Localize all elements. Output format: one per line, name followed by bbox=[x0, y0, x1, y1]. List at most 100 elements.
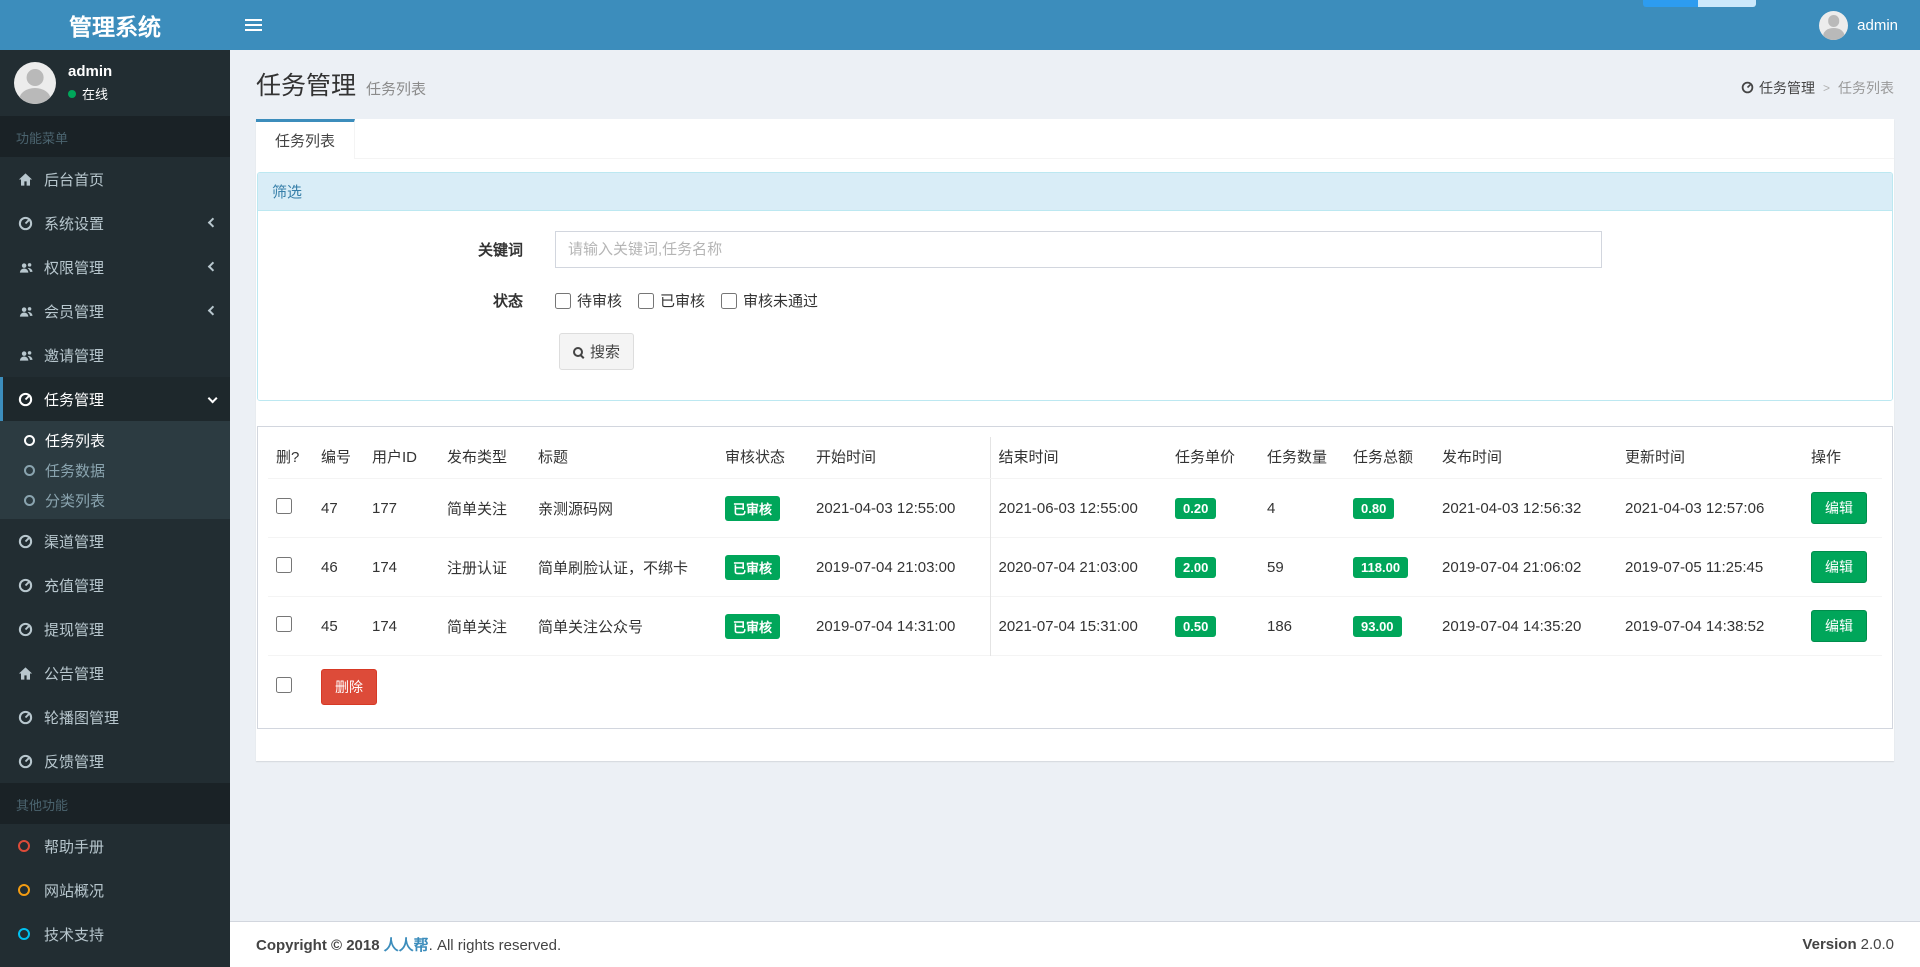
sidebar-item-banners[interactable]: 轮播图管理 bbox=[0, 695, 230, 739]
col-user-id: 用户ID bbox=[364, 437, 439, 479]
search-button[interactable]: 搜索 bbox=[559, 333, 635, 370]
cell-id: 46 bbox=[313, 537, 364, 597]
edit-button[interactable]: 编辑 bbox=[1811, 551, 1867, 583]
sidebar-item-tasks[interactable]: 任务管理 bbox=[0, 377, 230, 421]
app-logo[interactable]: 管理系统 bbox=[0, 0, 230, 50]
home-icon bbox=[18, 172, 44, 187]
user-menu-name: admin bbox=[1857, 16, 1898, 34]
keyword-input[interactable] bbox=[555, 231, 1602, 268]
tasks-submenu: 任务列表 任务数据 分类列表 bbox=[0, 421, 230, 519]
sidebar-toggle-button[interactable] bbox=[230, 0, 276, 50]
search-icon bbox=[573, 346, 583, 357]
total-badge: 0.80 bbox=[1353, 497, 1395, 519]
circle-icon-red bbox=[18, 840, 44, 852]
sidebar-item-invites[interactable]: 邀请管理 bbox=[0, 333, 230, 377]
keyword-label: 关键词 bbox=[477, 242, 523, 259]
sidebar-item-help-manual[interactable]: 帮助手册 bbox=[0, 824, 230, 868]
top-header: 管理系统 admin bbox=[0, 0, 1920, 50]
cell-user-id: 177 bbox=[372, 499, 398, 517]
circle-icon-orange bbox=[18, 884, 44, 896]
status-checkbox-rejected[interactable]: 审核未通过 bbox=[721, 290, 818, 311]
sidebar-user-status: 在线 bbox=[82, 87, 109, 102]
sidebar-item-members[interactable]: 会员管理 bbox=[0, 289, 230, 333]
sidebar-item-channels[interactable]: 渠道管理 bbox=[0, 519, 230, 563]
chevron-down-icon bbox=[207, 393, 218, 405]
gauge-icon bbox=[18, 622, 44, 637]
circle-icon bbox=[24, 494, 35, 506]
user-menu[interactable]: admin bbox=[1807, 0, 1910, 50]
status-label: 状态 bbox=[492, 293, 523, 310]
sidebar-item-announcements[interactable]: 公告管理 bbox=[0, 651, 230, 695]
row-checkbox[interactable] bbox=[276, 498, 292, 514]
filter-panel-title: 筛选 bbox=[258, 173, 1892, 211]
col-type: 发布类型 bbox=[439, 437, 530, 479]
main-area: 任务管理 任务列表 任务管理 > 任务列表 任务列表 筛选 关键词 请输入关键词… bbox=[230, 50, 1920, 967]
gauge-icon bbox=[18, 216, 44, 231]
submenu-item-task-data[interactable]: 任务数据 bbox=[0, 455, 230, 485]
footer: Copyright © 2018 人人帮. All rights reserved… bbox=[230, 921, 1920, 967]
app-window: 管理系统 admin admin 在线 功能菜单 后台首页 系统设置 权限管理 … bbox=[0, 0, 1920, 967]
select-all-checkbox[interactable] bbox=[276, 677, 292, 693]
gauge-icon bbox=[18, 578, 44, 593]
row-checkbox[interactable] bbox=[276, 616, 292, 632]
cell-update: 2019-07-05 11:25:45 bbox=[1617, 537, 1803, 597]
page-subtitle: 任务列表 bbox=[366, 81, 427, 98]
delete-button[interactable]: 删除 bbox=[321, 669, 377, 705]
filter-panel: 筛选 关键词 状态 bbox=[257, 172, 1893, 401]
gauge-icon bbox=[18, 534, 44, 549]
sidebar-user-name: admin bbox=[68, 63, 113, 80]
table-action-row: 删除 bbox=[268, 655, 1882, 718]
footer-brand-link[interactable]: 人人帮 bbox=[384, 937, 429, 954]
col-update: 更新时间 bbox=[1617, 437, 1803, 479]
sidebar-item-tech-support[interactable]: 技术支持 bbox=[0, 912, 230, 956]
table-row: 46 174 注册认证 简单刷脸认证，不绑卡 已审核 2019-07-04 21… bbox=[268, 537, 1882, 597]
table-row: 45 174 简单关注 简单关注公众号 已审核 2019-07-04 14:31… bbox=[268, 596, 1882, 656]
checkbox-rejected[interactable] bbox=[721, 292, 738, 309]
sidebar-user-avatar bbox=[14, 62, 56, 104]
gauge-icon bbox=[18, 392, 44, 407]
cell-count: 59 bbox=[1259, 537, 1345, 597]
task-table: 删? 编号 用户ID 发布类型 标题 审核状态 开始时间 结束时间 任务单价 任… bbox=[268, 437, 1882, 718]
sidebar-item-feedback[interactable]: 反馈管理 bbox=[0, 739, 230, 783]
hamburger-icon bbox=[244, 19, 262, 21]
status-badge: 已审核 bbox=[725, 613, 781, 639]
tab-content: 筛选 关键词 状态 bbox=[256, 159, 1894, 761]
tab-task-list[interactable]: 任务列表 bbox=[256, 119, 356, 159]
row-checkbox[interactable] bbox=[276, 557, 292, 573]
sidebar: admin 在线 功能菜单 后台首页 系统设置 权限管理 会员管理 邀请管理 任… bbox=[0, 50, 230, 967]
status-badge: 已审核 bbox=[725, 495, 781, 521]
browser-overlay-artifact bbox=[1643, 0, 1756, 7]
sidebar-item-permissions[interactable]: 权限管理 bbox=[0, 245, 230, 289]
edit-button[interactable]: 编辑 bbox=[1811, 492, 1867, 524]
breadcrumb: 任务管理 > 任务列表 bbox=[1741, 78, 1894, 98]
cell-publish: 2019-07-04 21:06:02 bbox=[1434, 537, 1617, 597]
sidebar-item-recharge[interactable]: 充值管理 bbox=[0, 563, 230, 607]
status-checkbox-approved[interactable]: 已审核 bbox=[638, 290, 705, 311]
sidebar-item-system-settings[interactable]: 系统设置 bbox=[0, 201, 230, 245]
sidebar-item-withdraw[interactable]: 提现管理 bbox=[0, 607, 230, 651]
gauge-icon bbox=[18, 710, 44, 725]
submenu-item-task-list[interactable]: 任务列表 bbox=[0, 425, 230, 455]
breadcrumb-parent[interactable]: 任务管理 bbox=[1741, 78, 1815, 98]
sidebar-item-site-overview[interactable]: 网站概况 bbox=[0, 868, 230, 912]
circle-icon bbox=[24, 434, 35, 446]
cell-update: 2019-07-04 14:38:52 bbox=[1617, 596, 1803, 656]
sidebar-item-home[interactable]: 后台首页 bbox=[0, 157, 230, 201]
cell-title: 亲测源码网 bbox=[538, 500, 614, 518]
status-checkbox-pending[interactable]: 待审核 bbox=[555, 290, 622, 311]
checkbox-approved[interactable] bbox=[638, 292, 655, 309]
edit-button[interactable]: 编辑 bbox=[1811, 610, 1867, 642]
col-count: 任务数量 bbox=[1259, 437, 1345, 479]
status-badge: 已审核 bbox=[725, 554, 781, 580]
user-avatar-icon bbox=[1819, 10, 1849, 40]
sidebar-user-panel: admin 在线 bbox=[0, 50, 230, 116]
circle-icon bbox=[24, 464, 35, 476]
footer-copyright: Copyright © 2018 bbox=[256, 937, 380, 954]
tabs-box: 任务列表 筛选 关键词 请输入关键词,任务名称 状态 待审核 已审核 审核未通过… bbox=[256, 119, 1894, 761]
checkbox-pending[interactable] bbox=[555, 292, 571, 309]
submenu-item-category-list[interactable]: 分类列表 bbox=[0, 485, 230, 515]
col-total: 任务总额 bbox=[1345, 437, 1434, 479]
task-table-box: 删? 编号 用户ID 发布类型 标题 审核状态 开始时间 结束时间 任务单价 任… bbox=[257, 426, 1893, 729]
footer-version-label: Version bbox=[1802, 936, 1857, 953]
cell-user-id: 174 bbox=[364, 537, 439, 597]
